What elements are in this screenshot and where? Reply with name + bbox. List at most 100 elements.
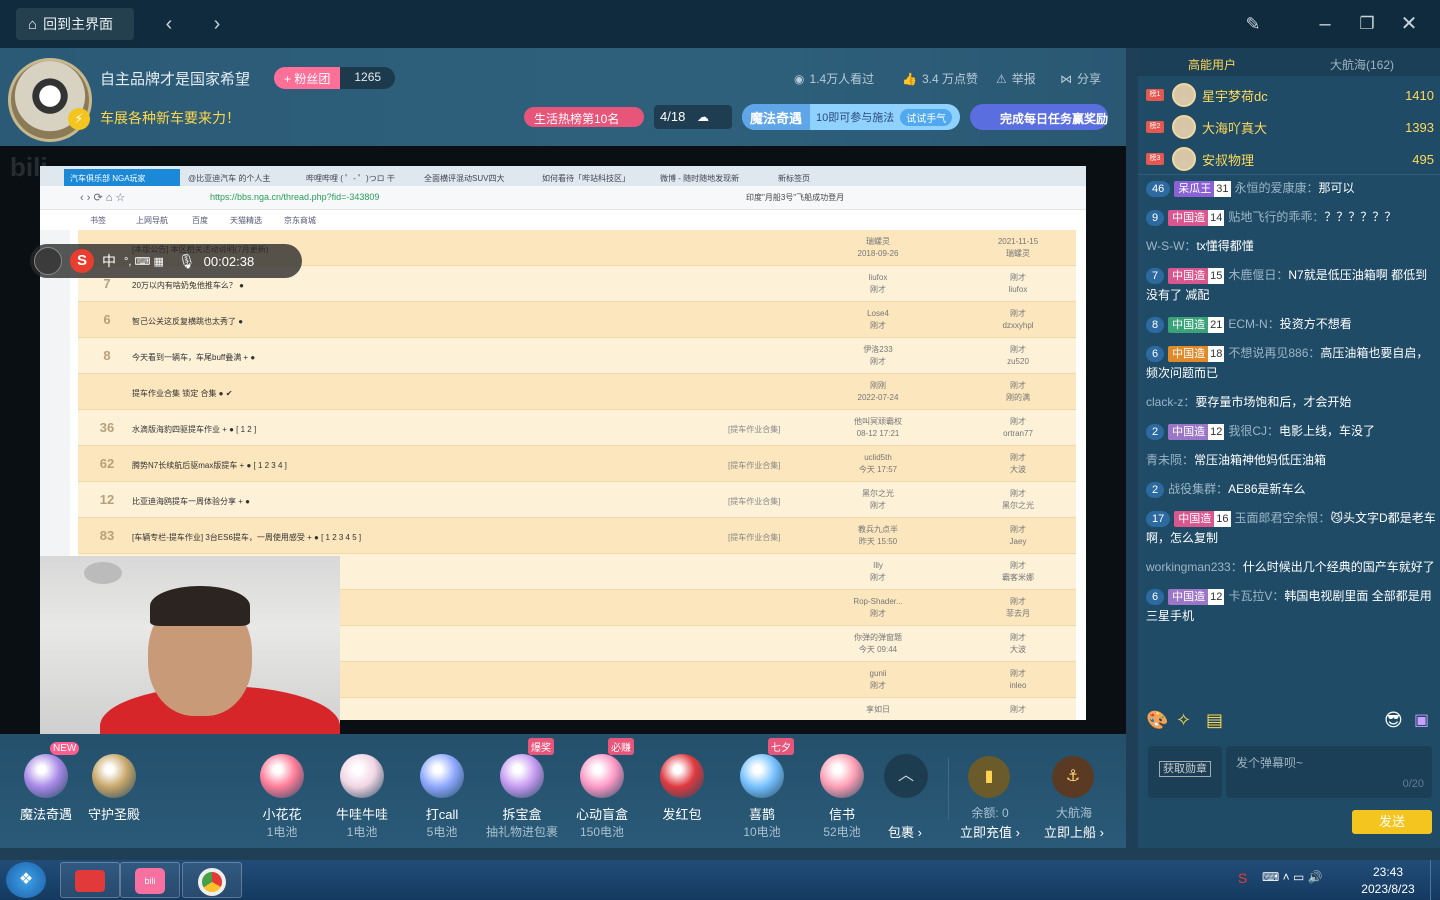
- chat-message[interactable]: 2 战役集群：AE86是新车么: [1146, 479, 1436, 499]
- thread-author: gunii 刚才: [838, 668, 918, 692]
- daily-task-button[interactable]: 完成每日任务赢奖励: [970, 104, 1108, 130]
- chat-message[interactable]: 6 中国造 12 卡瓦拉V：韩国电视剧里面 全部都是用三星手机: [1146, 586, 1436, 626]
- pin-icon[interactable]: ✎: [1238, 0, 1268, 48]
- chat-username[interactable]: ECM-N：: [1228, 317, 1279, 331]
- gift-icon: [740, 754, 784, 798]
- chat-username[interactable]: 玉面郎君空余恨：: [1235, 511, 1331, 525]
- danmaku-input[interactable]: 发个弹幕呗~ 0/20: [1226, 746, 1432, 798]
- chat-username[interactable]: workingman233：: [1146, 560, 1243, 574]
- chat-bubble-icon[interactable]: ▣: [1414, 710, 1429, 730]
- chat-username[interactable]: clack-z：: [1146, 395, 1195, 409]
- chat-username[interactable]: W-S-W：: [1146, 239, 1196, 253]
- gift-item[interactable]: 喜鹊 10电池 七夕: [722, 734, 802, 848]
- top-user-row[interactable]: 榜2 大海吖真大 1393: [1146, 112, 1434, 142]
- hot-rank-badge[interactable]: 生活热榜第10名: [524, 107, 644, 127]
- chat-username[interactable]: 木鹿偃日：: [1228, 268, 1288, 282]
- chat-message[interactable]: 6 中国造 18 不想说再见886：高压油箱也要自启，频次问题而已: [1146, 343, 1436, 383]
- magic-event-bar[interactable]: 魔法奇遇 10即可参与施法 试试手气: [742, 104, 960, 130]
- package-button[interactable]: 包裹 ›: [868, 822, 942, 841]
- close-icon[interactable]: ✕: [1394, 0, 1424, 48]
- magic-try-button[interactable]: 试试手气: [900, 108, 953, 126]
- gift-item[interactable]: 心动盲盒 150电池 必赚: [562, 734, 642, 848]
- chat-message[interactable]: 青未陨：常压油箱神他妈低压油箱: [1146, 450, 1436, 470]
- gift-item[interactable]: 拆宝盒 抽礼物进包裹 爆奖: [482, 734, 562, 848]
- gift-item[interactable]: 小花花 1电池: [242, 734, 322, 848]
- show-desktop-button[interactable]: [1430, 860, 1440, 900]
- medal-level: 12: [1208, 589, 1225, 605]
- taskbar-chrome-app[interactable]: [182, 862, 242, 898]
- chevron-up-icon[interactable]: ︿: [884, 754, 928, 798]
- chat-message[interactable]: clack-z：要存量市场饱和后，才会开始: [1146, 392, 1436, 412]
- bookmark-item: 书签: [90, 216, 106, 225]
- emoji-icon[interactable]: 😎: [1384, 710, 1403, 731]
- chat-message[interactable]: 9 中国造 14 贴地飞行的乖乖：？？？？？？: [1146, 207, 1436, 227]
- maximize-icon[interactable]: ❐: [1352, 0, 1382, 48]
- top-user-row[interactable]: 榜3 安叔物理 495: [1146, 144, 1434, 174]
- tab-voyage[interactable]: 大航海(162): [1330, 56, 1394, 73]
- chevron-right-icon[interactable]: ›: [202, 0, 232, 48]
- chat-username[interactable]: 青未陨：: [1146, 453, 1194, 467]
- user-name: 星宇梦荷dc: [1202, 88, 1268, 104]
- medal-name: 中国造: [1178, 513, 1212, 525]
- chevron-left-icon[interactable]: ‹: [154, 0, 184, 48]
- thread-title[interactable]: 腾势N7长续航后驱max版提车 + ● [ 1 2 3 4 ]: [132, 460, 287, 471]
- sogou-tray-icon[interactable]: S: [1238, 870, 1247, 886]
- gift-item[interactable]: 打call 5电池: [402, 734, 482, 848]
- thread-title[interactable]: 智己公关这反复横跳也太秀了 ●: [132, 316, 243, 327]
- thread-title[interactable]: 比亚迪海鸥提车一周体验分享 + ●: [132, 496, 250, 507]
- note-icon[interactable]: ▤: [1206, 710, 1223, 731]
- browser-url: https://bbs.nga.cn/thread.php?fid=-34380…: [210, 192, 380, 202]
- thread-title[interactable]: 今天看到一辆车，车尾buff叠满 + ●: [132, 352, 255, 363]
- author-name: uclid5th: [864, 453, 892, 462]
- fan-club-badge[interactable]: + 粉丝团 1265: [274, 67, 396, 89]
- browser-tabbar: 汽车俱乐部 NGA玩家 @比亚迪汽车 的个人主 哔哩哔哩 ( ゜- ゜)つロ 干 全面…: [40, 166, 1086, 186]
- fan-medal: 中国造 12: [1168, 424, 1225, 440]
- cloud-icon: ☁: [696, 110, 709, 124]
- palette-icon[interactable]: 🎨: [1146, 710, 1168, 731]
- tab-high-energy[interactable]: 高能用户: [1188, 56, 1236, 73]
- taskbar-bilibili-app[interactable]: bili: [120, 862, 180, 898]
- clock[interactable]: 23:43 2023/8/23: [1350, 864, 1426, 898]
- thread-title[interactable]: [车辆专栏-提车作业] 3台ES6提车，一周使用感受 + ● [ 1 2 3 4…: [132, 532, 361, 543]
- send-button[interactable]: 发送: [1352, 810, 1432, 834]
- chat-message[interactable]: 7 中国造 15 木鹿偃日：N7就是低压油箱啊 都低到没有了 减配: [1146, 265, 1436, 305]
- thread-author: 伊洛233 刚才: [838, 344, 918, 368]
- chat-username[interactable]: 永恒的爱康康：: [1235, 181, 1319, 195]
- chat-username[interactable]: 贴地飞行的乖乖：: [1228, 210, 1324, 224]
- magic-wand-icon[interactable]: ✧: [1176, 710, 1191, 731]
- chat-username[interactable]: 不想说再见886：: [1228, 346, 1320, 360]
- chat-message[interactable]: 46 呆瓜王 31 永恒的爱康康：那可以: [1146, 178, 1436, 198]
- chat-username[interactable]: 卡瓦拉V：: [1228, 589, 1284, 603]
- tray-icons[interactable]: ⌨ ˄ ▭ 🔊: [1262, 870, 1323, 884]
- recharge-button[interactable]: 立即充值 ›: [950, 822, 1030, 841]
- minimize-icon[interactable]: –: [1310, 0, 1340, 48]
- chat-message[interactable]: workingman233：什么时候出几个经典的国产车就好了: [1146, 557, 1436, 577]
- taskbar-recorder-app[interactable]: [60, 862, 120, 898]
- thread-reply-count: 12: [99, 492, 115, 507]
- report-button[interactable]: ⚠ 举报: [996, 70, 1036, 87]
- room-header: [0, 48, 1126, 146]
- chat-username[interactable]: 战役集群：: [1168, 482, 1228, 496]
- chat-username[interactable]: 我很CJ：: [1228, 424, 1279, 438]
- gift-item[interactable]: 守护圣殿: [74, 734, 154, 848]
- chat-message[interactable]: W-S-W：tx懂得都懂: [1146, 236, 1436, 256]
- chat-message[interactable]: 2 中国造 12 我很CJ：电影上线，车没了: [1146, 421, 1436, 441]
- likes-stat[interactable]: 👍 3.4 万点赞: [902, 70, 978, 87]
- author-name: 刚刚: [870, 381, 886, 390]
- get-badge-button[interactable]: 获取勋章: [1148, 746, 1222, 798]
- gift-item[interactable]: 发红包: [642, 734, 722, 848]
- chat-message[interactable]: 8 中国造 21 ECM-N：投资方不想看: [1146, 314, 1436, 334]
- gift-item[interactable]: 牛哇牛哇 1电池: [322, 734, 402, 848]
- home-button[interactable]: ⌂ 回到主界面: [16, 8, 134, 40]
- top-user-row[interactable]: 榜1 星宇梦荷dc 1410: [1146, 80, 1434, 110]
- thread-title[interactable]: 水滴版海豹四驱提车作业 + ● [ 1 2 ]: [132, 424, 256, 435]
- board-button[interactable]: 立即上船 ›: [1034, 822, 1114, 841]
- chat-message[interactable]: 17 中国造 16 玉面郎君空余恨：😼头文字D都是老车啊，怎么复制: [1146, 508, 1436, 548]
- start-button[interactable]: ❖: [6, 862, 46, 898]
- thread-author: 他叫冥顽霸权 08-12 17:21: [838, 416, 918, 440]
- thread-author: 瑞螺灵 2018-09-26: [838, 236, 918, 260]
- thread-title[interactable]: 20万以内有啥奶兔他推车么？ ●: [132, 280, 244, 291]
- thread-title[interactable]: 提车作业合集 锁定 合集 ● ✔: [132, 388, 232, 399]
- progress-fraction[interactable]: 4/18 ☁: [654, 105, 732, 129]
- share-button[interactable]: ⋈ 分享: [1060, 70, 1101, 87]
